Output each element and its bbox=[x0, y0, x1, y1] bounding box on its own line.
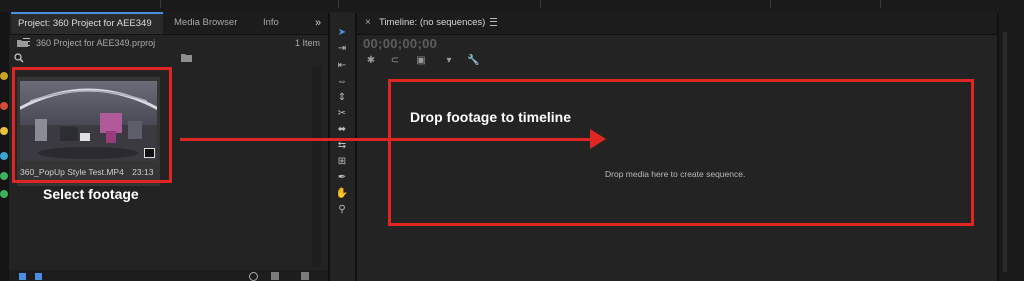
timeline-tab-bar: × Timeline: (no sequences) bbox=[357, 12, 997, 35]
panel-menu-icon[interactable] bbox=[490, 18, 498, 26]
tab-project[interactable]: Project: 360 Project for AEE349 bbox=[11, 12, 163, 46]
folder-icon bbox=[17, 40, 28, 47]
find-icon[interactable] bbox=[249, 272, 258, 281]
icon-view-icon[interactable] bbox=[35, 273, 42, 280]
tab-media-browser[interactable]: Media Browser bbox=[174, 12, 237, 34]
select-footage-highlight bbox=[12, 67, 172, 183]
label-color-icon[interactable] bbox=[0, 172, 8, 180]
track-select-tool-icon[interactable]: ⇥ bbox=[334, 42, 350, 55]
project-file-name: 360 Project for AEE349.prproj bbox=[36, 38, 156, 48]
label-color-icon[interactable] bbox=[0, 190, 8, 198]
tab-info-label: Info bbox=[263, 17, 279, 28]
project-path-row: 360 Project for AEE349.prproj 1 Item bbox=[9, 35, 328, 51]
rolling-edit-tool-icon[interactable]: ⇔ bbox=[334, 75, 350, 88]
toolbar-divider bbox=[338, 0, 339, 8]
search-row[interactable] bbox=[9, 51, 328, 65]
slip-tool-icon[interactable]: ⬌ bbox=[334, 123, 350, 136]
toolbar-divider bbox=[540, 0, 541, 8]
drop-zone-highlight bbox=[388, 79, 974, 226]
select-footage-label: Select footage bbox=[43, 186, 139, 202]
linked-selection-icon[interactable]: ⊂ bbox=[389, 55, 401, 67]
project-bottom-toolbar bbox=[9, 270, 328, 281]
razor-tool-icon[interactable]: ✂ bbox=[334, 107, 350, 120]
panel-overflow-button[interactable]: » bbox=[315, 12, 321, 34]
tab-timeline[interactable]: Timeline: (no sequences) bbox=[379, 12, 498, 34]
ripple-edit-tool-icon[interactable]: ⇤ bbox=[334, 59, 350, 72]
new-bin-icon[interactable] bbox=[181, 53, 192, 62]
playhead-timecode[interactable]: 00;00;00;00 bbox=[363, 36, 437, 51]
snap-icon[interactable]: ✱ bbox=[365, 55, 377, 67]
rate-stretch-tool-icon[interactable]: ⇕ bbox=[334, 91, 350, 104]
hand-tool-icon[interactable]: ✋ bbox=[334, 187, 350, 200]
toolbar-divider bbox=[880, 0, 881, 8]
audio-meter bbox=[1003, 32, 1007, 272]
overflow-icon: » bbox=[315, 17, 322, 29]
add-marker-icon[interactable]: ▣ bbox=[415, 55, 427, 67]
wrench-icon[interactable]: 🔧 bbox=[467, 55, 479, 67]
close-icon: × bbox=[365, 17, 371, 28]
label-color-icon[interactable] bbox=[0, 127, 8, 135]
toolbar-divider bbox=[770, 0, 771, 8]
search-icon[interactable] bbox=[14, 53, 24, 63]
pen-tool-icon[interactable]: ✒ bbox=[334, 171, 350, 184]
tab-timeline-label: Timeline: (no sequences) bbox=[379, 17, 486, 28]
label-color-icon[interactable] bbox=[0, 72, 8, 80]
label-color-icon[interactable] bbox=[0, 102, 8, 110]
tab-project-label: Project: 360 Project for AEE349 bbox=[18, 18, 152, 29]
slide-tool-alt-icon[interactable]: ⊞ bbox=[334, 155, 350, 168]
timeline-close-button[interactable]: × bbox=[365, 12, 371, 34]
tab-media-browser-label: Media Browser bbox=[174, 17, 238, 28]
selection-tool-icon[interactable]: ➤ bbox=[334, 26, 350, 39]
left-dock-edge bbox=[0, 12, 9, 281]
right-panel-edge bbox=[998, 12, 1024, 281]
item-count: 1 Item bbox=[294, 38, 320, 48]
new-item-icon[interactable] bbox=[271, 272, 279, 280]
list-view-icon[interactable] bbox=[19, 273, 26, 280]
drop-footage-label: Drop footage to timeline bbox=[410, 109, 571, 125]
project-tab-bar: Project: 360 Project for AEE349 Media Br… bbox=[9, 12, 328, 46]
project-scrollbar[interactable] bbox=[312, 67, 321, 267]
zoom-tool-icon[interactable]: ⚲ bbox=[334, 203, 350, 216]
trash-icon[interactable] bbox=[301, 272, 309, 280]
toolbar-divider bbox=[160, 0, 161, 8]
label-color-icon[interactable] bbox=[0, 152, 8, 160]
tools-panel: ➤ ⇥ ⇤ ⇔ ⇕ ✂ ⬌ ⇆ ⊞ ✒ ✋ ⚲ bbox=[330, 12, 356, 281]
marker-icon[interactable]: ▾ bbox=[443, 55, 455, 67]
tab-info[interactable]: Info bbox=[263, 12, 279, 34]
